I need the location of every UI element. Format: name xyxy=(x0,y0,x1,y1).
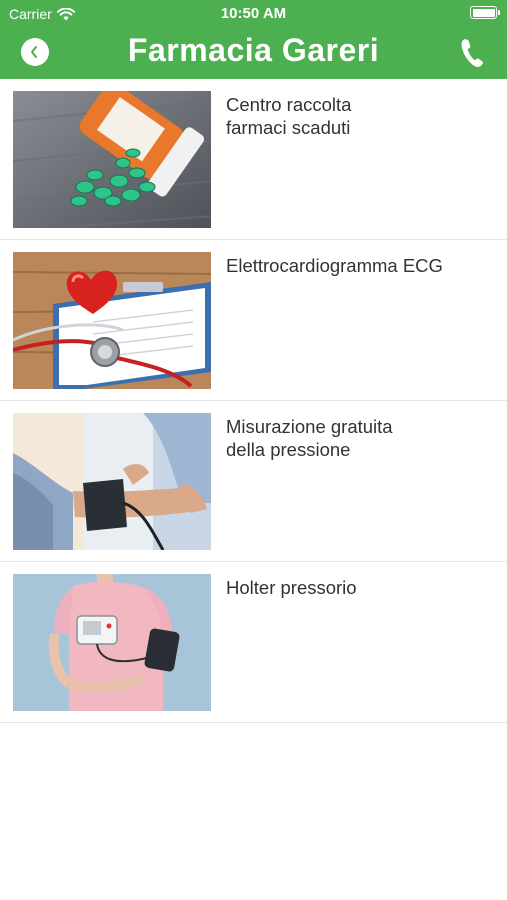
page-title: Farmacia Gareri xyxy=(127,32,380,68)
services-list: Centro raccolta farmaci scaduti Elettroc… xyxy=(0,79,507,723)
service-title: Holter pressorio xyxy=(226,577,357,598)
list-item[interactable]: Centro raccolta farmaci scaduti xyxy=(0,79,507,240)
list-item[interactable]: Holter pressorio xyxy=(0,562,507,723)
list-item[interactable]: Elettrocardiogramma ECG xyxy=(0,240,507,401)
battery-icon xyxy=(470,6,500,19)
status-time: 10:50 AM xyxy=(220,5,287,22)
nav-bar: Farmacia Gareri xyxy=(0,28,507,79)
status-bar: Carrier 10:50 AM xyxy=(0,0,507,28)
service-title: Elettrocardiogramma ECG xyxy=(226,255,443,276)
app-header: Carrier 10:50 AM Farmacia Gareri xyxy=(0,0,507,79)
blood-pressure-cuff-image xyxy=(13,413,211,550)
heart-stethoscope-image xyxy=(13,252,211,389)
blood-pressure-monitor-image xyxy=(13,574,211,711)
service-title: Misurazione gratuita della pressione xyxy=(226,416,393,460)
phone-icon xyxy=(461,39,483,68)
call-button[interactable] xyxy=(459,37,485,69)
service-title: Centro raccolta farmaci scaduti xyxy=(226,94,352,138)
pill-bottle-image xyxy=(13,91,211,228)
list-item[interactable]: Misurazione gratuita della pressione xyxy=(0,401,507,562)
